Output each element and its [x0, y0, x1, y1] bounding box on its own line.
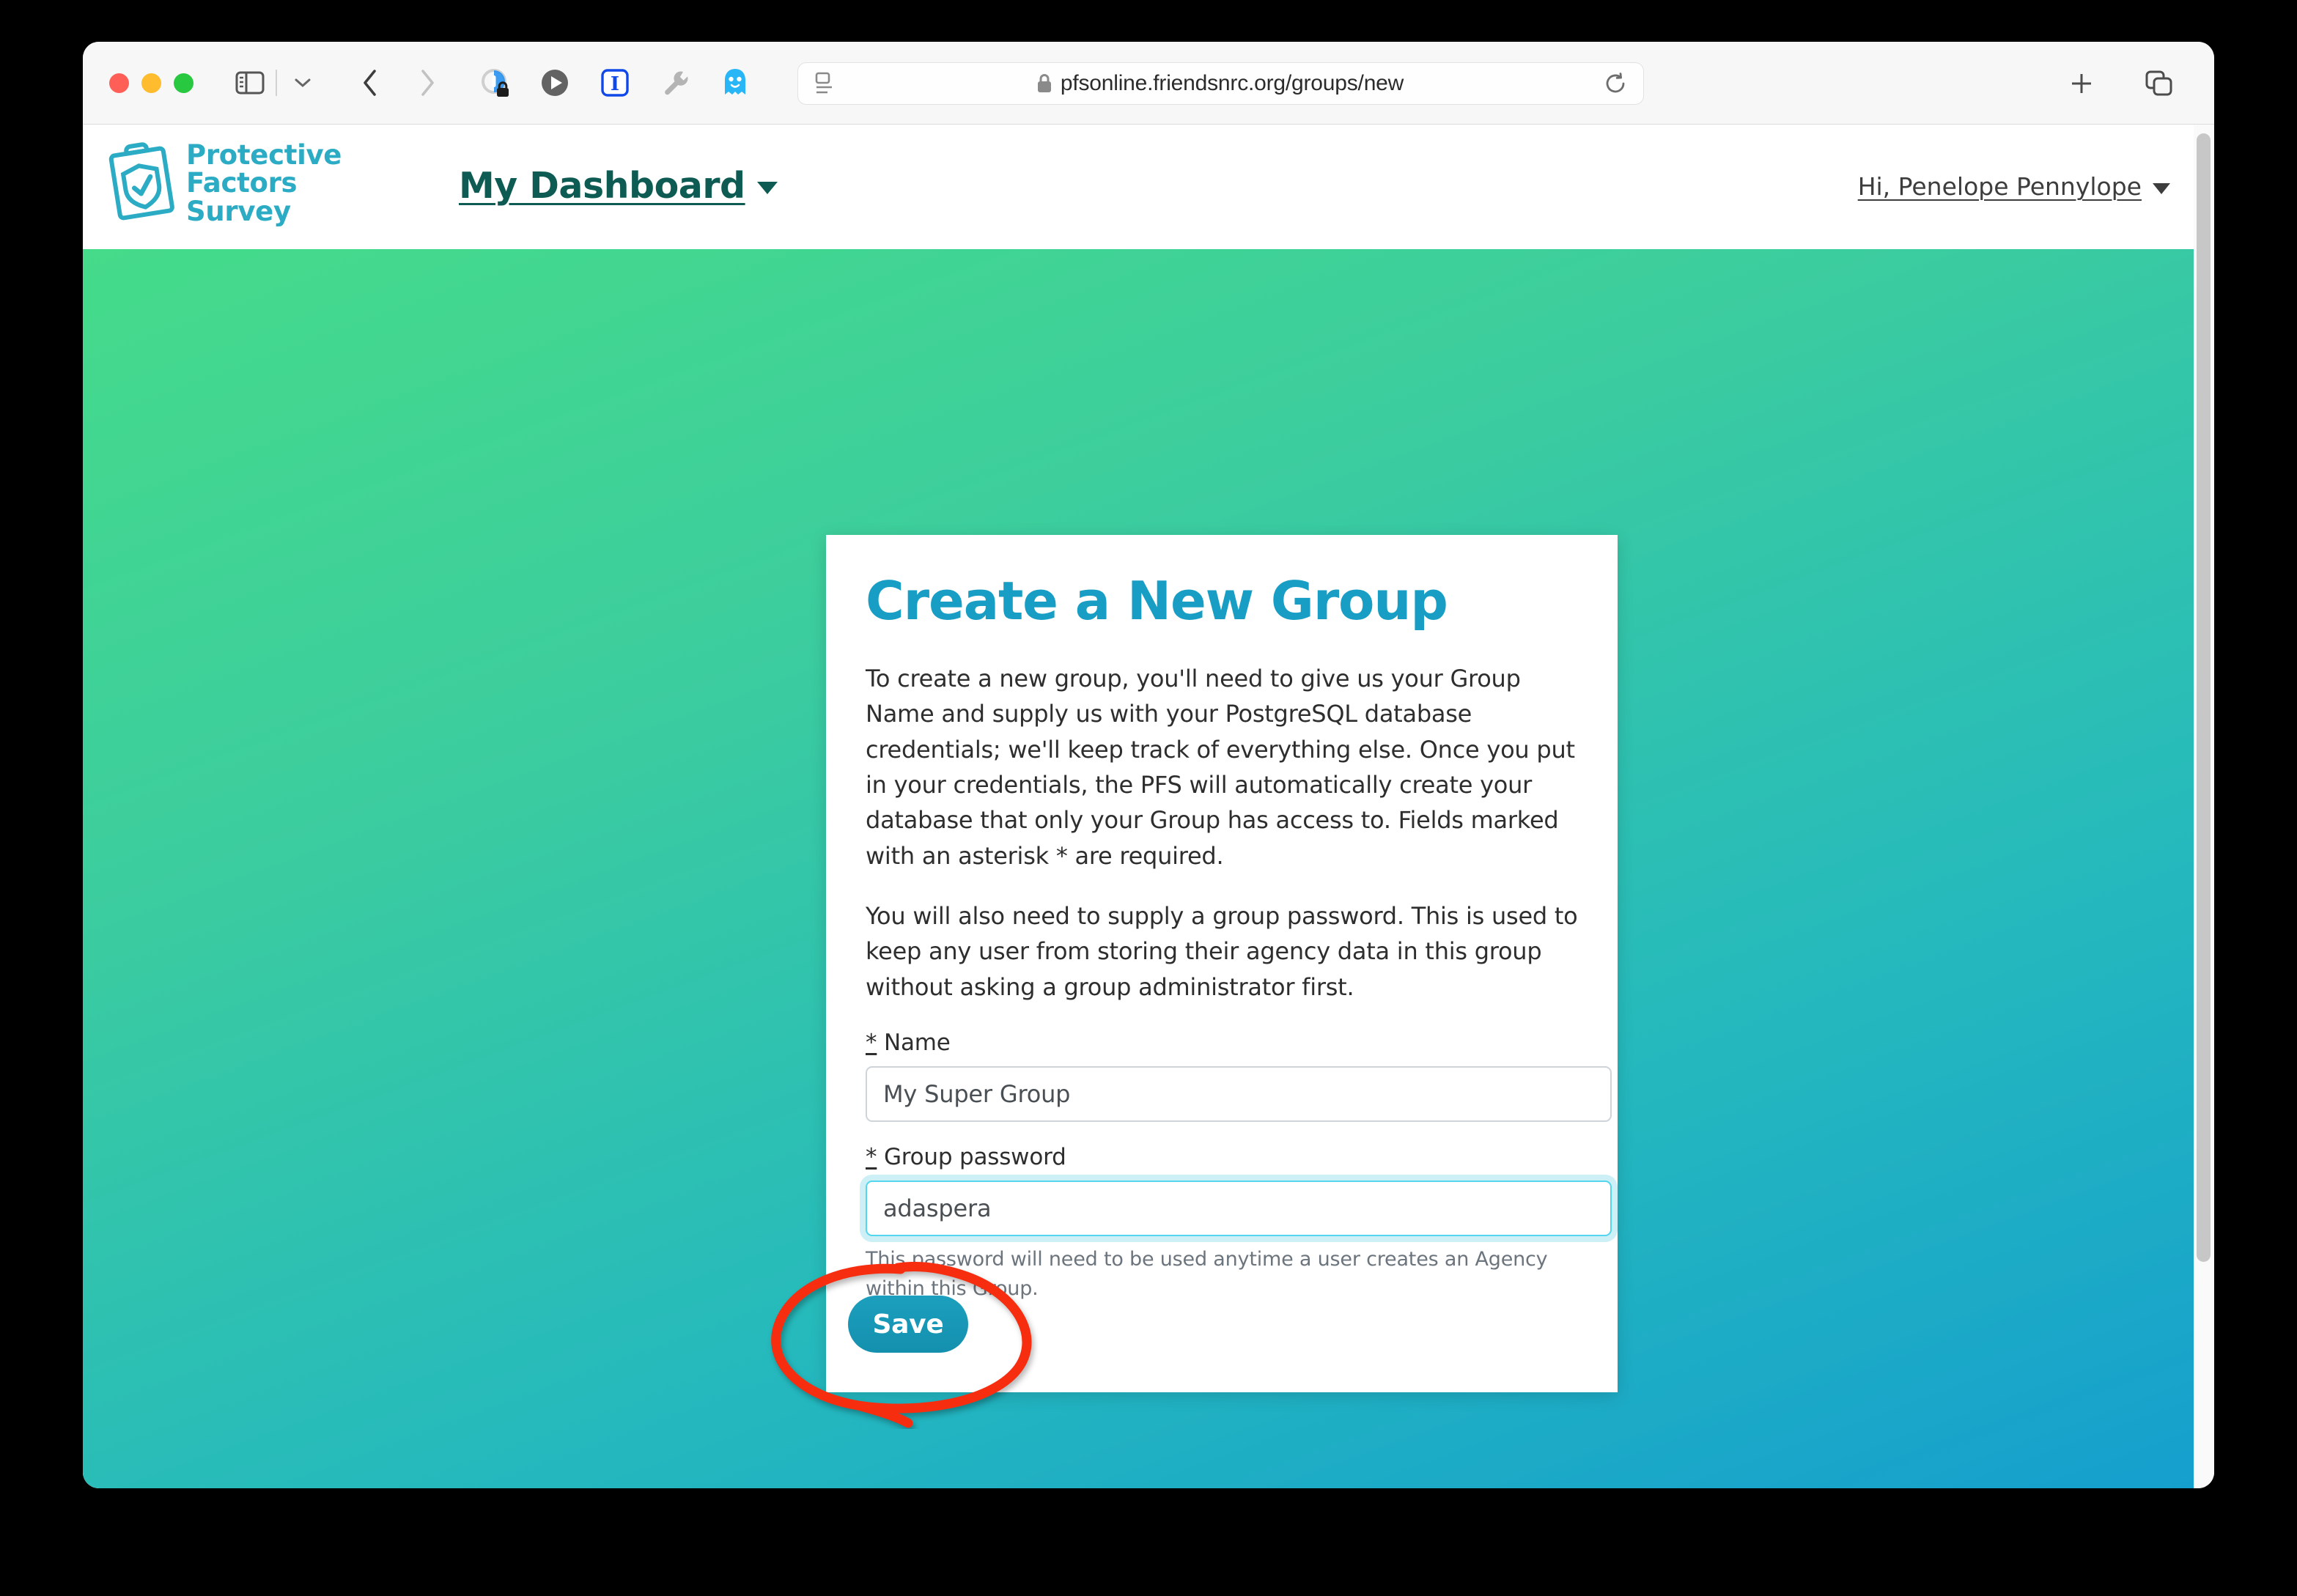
- svg-text:I: I: [611, 73, 619, 95]
- reader-view-icon[interactable]: [814, 71, 836, 96]
- reload-icon[interactable]: [1604, 72, 1627, 95]
- brand-line-2: Factors: [186, 167, 298, 199]
- play-button-icon[interactable]: [532, 60, 578, 106]
- brand-line-1: Protective: [186, 139, 342, 171]
- wrench-icon[interactable]: [652, 60, 698, 106]
- url-text: pfsonline.friendsnrc.org/groups/new: [1060, 71, 1404, 95]
- brand-line-3: Survey: [186, 195, 291, 227]
- minimize-window-button[interactable]: [141, 73, 161, 93]
- close-window-button[interactable]: [109, 73, 129, 93]
- user-menu[interactable]: Hi, Penelope Pennylope: [1858, 172, 2170, 201]
- brand-wordmark: Protective Factors Survey: [186, 141, 342, 226]
- back-arrow-icon[interactable]: [347, 60, 393, 106]
- italic-i-extension-icon[interactable]: I: [592, 60, 638, 106]
- url-bar[interactable]: pfsonline.friendsnrc.org/groups/new: [797, 62, 1644, 105]
- sidebar-toggle-icon[interactable]: [227, 60, 273, 106]
- nav-my-dashboard[interactable]: My Dashboard: [459, 165, 778, 207]
- intro-paragraph-2: You will also need to supply a group pas…: [866, 901, 1578, 1001]
- group-name-input[interactable]: [866, 1065, 1612, 1122]
- toolbar-divider: [276, 70, 277, 96]
- privacy-lock-icon[interactable]: [472, 60, 517, 106]
- user-menu-label: Hi, Penelope Pennylope: [1857, 172, 2142, 201]
- page-title: Create a New Group: [866, 570, 1448, 632]
- nav-my-dashboard-label: My Dashboard: [459, 165, 745, 207]
- password-field-label: * Group password: [866, 1144, 1578, 1170]
- tab-overview-icon[interactable]: [2136, 61, 2182, 106]
- chevron-down-icon[interactable]: [280, 60, 325, 106]
- required-asterisk: *: [866, 1029, 877, 1056]
- page-scrollbar-thumb[interactable]: [2197, 133, 2211, 1262]
- site-header: Protective Factors Survey My Dashboard H…: [83, 125, 2214, 249]
- zoom-window-button[interactable]: [174, 73, 193, 93]
- caret-down-icon: [756, 182, 778, 194]
- window-controls: [109, 73, 193, 93]
- secure-lock-icon: [1036, 73, 1052, 94]
- password-field-group: * Group password This password will need…: [866, 1144, 1612, 1304]
- clipboard-shield-check-logo: [107, 141, 177, 226]
- page-viewport: Protective Factors Survey My Dashboard H…: [83, 125, 2214, 1488]
- intro-paragraph-1: To create a new group, you'll need to gi…: [866, 665, 1575, 870]
- name-field-group: * Name: [866, 1030, 1612, 1122]
- save-button[interactable]: Save: [848, 1296, 968, 1353]
- password-help-text: This password will need to be used anyti…: [866, 1247, 1548, 1300]
- forward-arrow-icon: [405, 60, 450, 106]
- create-group-card: Create a New Group To create a new group…: [826, 535, 1618, 1392]
- name-field-label: * Name: [866, 1030, 1578, 1056]
- name-label-text: Name: [883, 1029, 951, 1056]
- brand-logo[interactable]: Protective Factors Survey: [107, 141, 342, 226]
- group-password-input[interactable]: [866, 1180, 1612, 1236]
- browser-toolbar: I pfsonline.friendsnrc.org/groups/new: [83, 42, 2214, 125]
- browser-window: I pfsonline.friendsnrc.org/groups/new Pr…: [83, 42, 2214, 1488]
- ghostery-ghost-icon[interactable]: [712, 60, 758, 106]
- plus-icon[interactable]: [2059, 61, 2104, 106]
- required-asterisk: *: [866, 1143, 877, 1170]
- caret-down-icon: [2153, 183, 2170, 194]
- password-label-text: Group password: [883, 1143, 1066, 1170]
